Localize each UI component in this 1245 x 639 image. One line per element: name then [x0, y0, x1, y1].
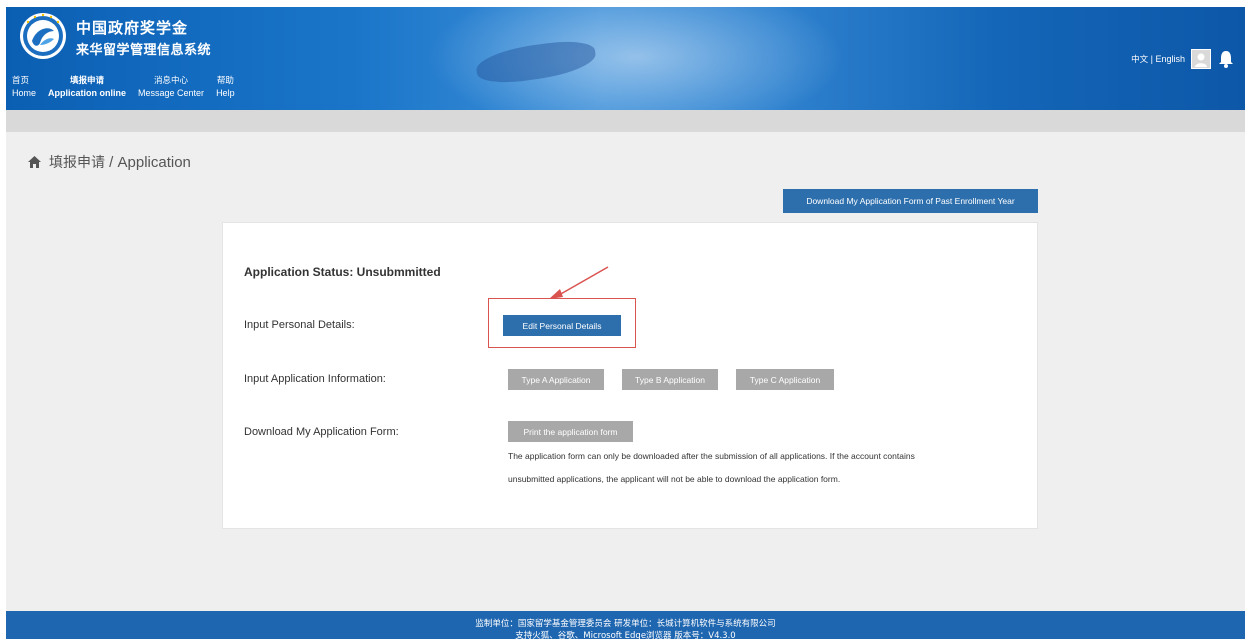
scholarship-logo-icon — [20, 13, 66, 59]
nav-application-zh: 填报申请 — [70, 76, 105, 86]
edit-personal-details-button[interactable]: Edit Personal Details — [503, 315, 621, 336]
download-past-year-form-button[interactable]: Download My Application Form of Past Enr… — [783, 189, 1038, 213]
system-title-line2: 来华留学管理信息系统 — [76, 43, 212, 58]
download-application-form-label: Download My Application Form: — [244, 426, 399, 438]
breadcrumb: 填报申请 / Application — [28, 152, 191, 172]
application-status-card: Application Status: Unsubmmitted Input P… — [222, 222, 1038, 529]
lang-chinese-link[interactable]: 中文 — [1131, 55, 1148, 65]
application-status-title: Application Status: Unsubmmitted — [244, 265, 441, 279]
site-header: 中国政府奖学金 来华留学管理信息系统 首页 Home 填报申请 Applicat… — [6, 7, 1245, 110]
footer-browser-support-version: 支持火狐、谷歌、Microsoft Edge浏览器 版本号：V4.3.0 — [515, 631, 736, 639]
home-icon — [28, 156, 41, 168]
type-c-application-button[interactable]: Type C Application — [736, 369, 834, 390]
header-tools: 中文 | English — [1131, 49, 1235, 69]
type-a-application-button[interactable]: Type A Application — [508, 369, 604, 390]
input-application-information-label: Input Application Information: — [244, 373, 386, 385]
nav-item-help[interactable]: 帮助 Help — [216, 75, 235, 105]
breadcrumb-en: Application — [117, 154, 191, 171]
breadcrumb-zh: 填报申请 — [49, 155, 105, 171]
language-switcher: 中文 | English — [1131, 53, 1185, 65]
download-note-line1: The application form can only be downloa… — [508, 451, 915, 461]
nav-application-en: Application online — [48, 88, 127, 98]
main-nav: 首页 Home 填报申请 Application online 消息中心 Mes… — [6, 75, 241, 105]
nav-item-message-center[interactable]: 消息中心 Message Center — [138, 75, 204, 105]
download-note-line2: unsubmitted applications, the applicant … — [508, 474, 841, 484]
site-footer: 监制单位：国家留学基金管理委员会 研发单位：长城计算机软件与系统有限公司 支持火… — [6, 611, 1245, 639]
nav-home-en: Home — [12, 88, 37, 98]
lang-english-link[interactable]: English — [1155, 54, 1185, 64]
nav-item-application-online[interactable]: 填报申请 Application online — [48, 75, 126, 105]
breadcrumb-separator: / — [105, 154, 118, 171]
input-personal-details-label: Input Personal Details: — [244, 319, 355, 331]
page-frame: 中国政府奖学金 来华留学管理信息系统 首页 Home 填报申请 Applicat… — [0, 0, 1245, 639]
type-b-application-button[interactable]: Type B Application — [622, 369, 718, 390]
user-avatar-icon[interactable] — [1191, 49, 1211, 69]
system-title-line1: 中国政府奖学金 — [76, 19, 189, 37]
nav-help-en: Help — [216, 88, 235, 98]
nav-message-en: Message Center — [138, 88, 205, 98]
footer-organizations: 监制单位：国家留学基金管理委员会 研发单位：长城计算机软件与系统有限公司 — [475, 619, 776, 629]
nav-home-zh: 首页 — [12, 76, 30, 86]
header-shadow-bar — [6, 110, 1245, 132]
nav-help-zh: 帮助 — [216, 76, 234, 86]
user-silhouette-icon — [1195, 53, 1207, 67]
main-content: 填报申请 / Application Download My Applicati… — [6, 110, 1245, 611]
nav-message-zh: 消息中心 — [154, 76, 189, 86]
print-application-form-button[interactable]: Print the application form — [508, 421, 633, 442]
nav-item-home[interactable]: 首页 Home — [12, 75, 36, 105]
notification-bell-icon[interactable] — [1217, 49, 1235, 69]
